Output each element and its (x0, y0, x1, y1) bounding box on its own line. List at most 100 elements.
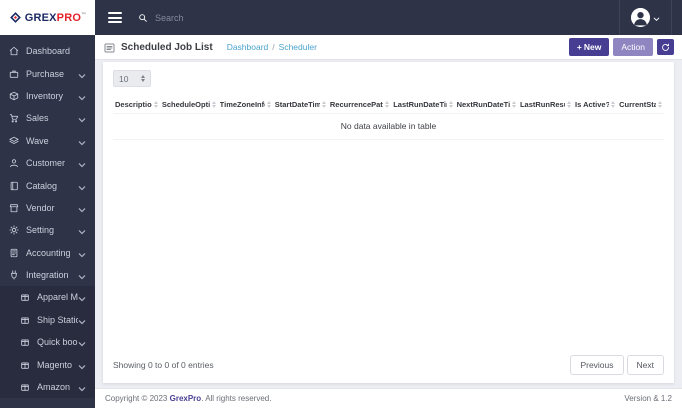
toolbar: + New Action (568, 38, 674, 56)
sidebar-item-label: Sales (26, 113, 49, 124)
chevron-down-icon (78, 115, 86, 123)
chevron-down-icon (653, 9, 660, 27)
column-label: Is Active? (575, 100, 610, 109)
breadcrumb-dashboard-link[interactable]: Dashboard (227, 42, 269, 52)
brand-pro: PRO (56, 11, 82, 24)
table-header-row: Description ScheduleOption TimeZoneInfo … (113, 97, 664, 114)
page-header: Scheduled Job List Dashboard / Scheduler… (95, 35, 682, 60)
copyright-suffix: . All rights reserved. (201, 394, 272, 403)
footer: Copyright © 2023 GrexPro. All rights res… (95, 388, 682, 408)
user-menu[interactable] (619, 0, 672, 35)
column-header-currentstatus[interactable]: CurrentStatus (617, 97, 664, 114)
action-button-label: Action (621, 42, 645, 52)
sidebar-item-label: Catalog (26, 180, 58, 191)
box-icon (20, 292, 30, 302)
breadcrumb: Dashboard / Scheduler (227, 42, 569, 52)
previous-button[interactable]: Previous (570, 355, 624, 375)
sidebar-item-quick-book[interactable]: Quick book (0, 331, 95, 353)
breadcrumb-separator: / (272, 42, 275, 52)
brand-diamond-icon (9, 12, 21, 23)
column-label: LastRunDateTime (393, 100, 447, 109)
sidebar-item-magento[interactable]: Magento (0, 353, 95, 375)
sidebar: GREXPRO™ Dashboard Purchase Inventory Sa… (0, 0, 95, 408)
page-size-select[interactable]: 10 (113, 70, 151, 87)
table-info-text: Showing 0 to 0 of 0 entries (113, 360, 214, 370)
sidebar-item-vendor[interactable]: Vendor (0, 197, 95, 219)
scheduled-job-list-card: 10 Description ScheduleOption TimeZoneIn… (103, 62, 674, 383)
package-icon (9, 91, 19, 101)
sidebar-item-label: Magento (37, 359, 73, 370)
sidebar-item-accounting[interactable]: Accounting (0, 242, 95, 264)
column-header-description[interactable]: Description (113, 97, 160, 114)
home-icon (9, 46, 19, 56)
sort-icon (567, 101, 572, 108)
sidebar-item-label: Vendor (26, 202, 55, 213)
chevron-down-icon (78, 160, 86, 168)
sidebar-item-amazon[interactable]: Amazon (0, 376, 95, 398)
global-search (138, 12, 619, 23)
copyright-prefix: Copyright © 2023 (105, 394, 170, 403)
refresh-button[interactable] (657, 39, 674, 55)
column-header-nextrundatetime[interactable]: NextRunDateTime (454, 97, 518, 114)
column-header-lastrundatetime[interactable]: LastRunDateTime (391, 97, 455, 114)
gear-icon (9, 225, 19, 235)
column-label: CurrentStatus (619, 100, 656, 109)
store-icon (9, 203, 19, 213)
table-footer: Showing 0 to 0 of 0 entries Previous Nex… (113, 355, 664, 377)
chevron-down-icon (78, 227, 86, 235)
sidebar-item-label: Amazon (37, 382, 71, 393)
calculator-icon (9, 248, 19, 258)
new-button[interactable]: + New (568, 38, 610, 56)
chevron-down-icon (78, 384, 86, 392)
list-icon (103, 41, 116, 53)
cart-icon (9, 113, 19, 123)
sidebar-item-integration[interactable]: Integration (0, 264, 95, 286)
avatar (631, 8, 650, 27)
pagination: Previous Next (570, 355, 664, 375)
sidebar-item-catalog[interactable]: Catalog (0, 174, 95, 196)
breadcrumb-scheduler-link[interactable]: Scheduler (279, 42, 317, 52)
action-button[interactable]: Action (613, 38, 653, 56)
sidebar-item-setting[interactable]: Setting (0, 219, 95, 241)
menu-toggle-icon[interactable] (108, 12, 122, 23)
sidebar-item-ship-station[interactable]: Ship Station (0, 309, 95, 331)
sidebar-item-label: Ship Station (37, 314, 78, 325)
column-label: StartDateTime (274, 100, 320, 109)
footer-brand: GrexPro (169, 394, 202, 403)
column-header-scheduleoption[interactable]: ScheduleOption (159, 97, 218, 114)
sidebar-item-label: Purchase (26, 68, 65, 79)
sort-icon (321, 101, 326, 108)
sort-icon (266, 101, 271, 108)
user-icon (9, 158, 19, 168)
page-size-value: 10 (119, 73, 129, 84)
sidebar-item-apparel-magic[interactable]: Apparel Magic (0, 286, 95, 308)
sidebar-item-label: Dashboard (26, 46, 71, 57)
chevron-down-icon (78, 272, 86, 280)
brand-tm: ™ (81, 11, 87, 18)
refresh-icon (662, 43, 669, 51)
column-header-isactive[interactable]: Is Active? (573, 97, 618, 114)
column-label: Description (115, 100, 152, 109)
sidebar-item-dashboard[interactable]: Dashboard (0, 40, 95, 62)
column-header-timezoneinfo[interactable]: TimeZoneInfo (217, 97, 273, 114)
column-label: RecurrencePattern (329, 100, 383, 109)
chevron-down-icon (78, 205, 86, 213)
search-icon (139, 13, 147, 22)
next-button[interactable]: Next (626, 355, 664, 375)
sidebar-item-purchase[interactable]: Purchase (0, 62, 95, 84)
column-header-lastrunresult[interactable]: LastRunResult (517, 97, 574, 114)
search-input[interactable] (155, 12, 375, 23)
scheduled-jobs-table: Description ScheduleOption TimeZoneInfo … (113, 97, 664, 140)
brand-grex: GREX (24, 11, 57, 24)
column-header-startdatetime[interactable]: StartDateTime (272, 97, 328, 114)
new-button-label: New (583, 42, 602, 52)
sidebar-item-customer[interactable]: Customer (0, 152, 95, 174)
plug-icon (9, 270, 19, 280)
chevron-down-icon (78, 71, 86, 78)
column-header-recurrencepattern[interactable]: RecurrencePattern (327, 97, 392, 114)
sidebar-item-wave[interactable]: Wave (0, 130, 95, 152)
chevron-down-icon (78, 93, 86, 101)
brand-logo[interactable]: GREXPRO™ (0, 0, 95, 35)
sidebar-item-inventory[interactable]: Inventory (0, 85, 95, 107)
sidebar-item-sales[interactable]: Sales (0, 107, 95, 129)
